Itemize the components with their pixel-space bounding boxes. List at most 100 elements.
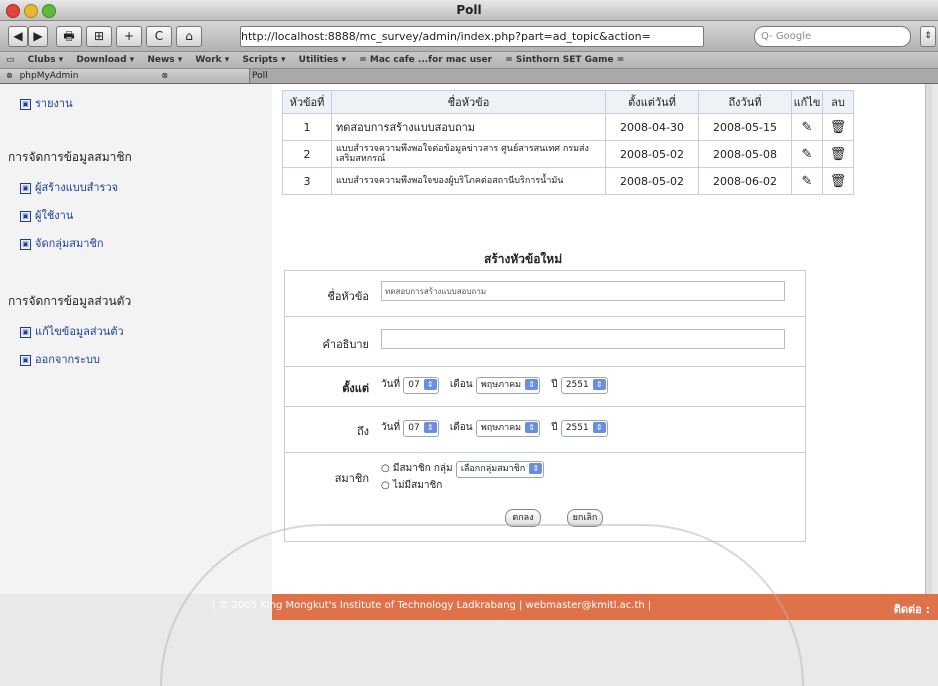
bookmark-mac-cafe[interactable]: = Mac cafe ...for mac user xyxy=(359,52,492,68)
col-header-start: ตั้งแต่วันที่ xyxy=(605,90,699,114)
year-label: ปี xyxy=(551,379,558,390)
bullet-icon: ▣ xyxy=(20,210,31,222)
sidebar-item-label: จัดกลุ่มสมาชิก xyxy=(35,237,104,250)
footer-contact[interactable]: ติดต่อ : xyxy=(894,600,930,618)
row-start-date: 2008-04-30 xyxy=(605,113,699,141)
row-title: แบบสำรวจความพึงพอใจต่อข้อมูลข่าวสาร ศูนย… xyxy=(331,140,606,168)
chevron-down-icon: ⇕ xyxy=(592,422,606,433)
chevron-down-icon: ⇕ xyxy=(525,422,539,433)
radio-icon[interactable]: ○ xyxy=(381,480,390,491)
row-start-date: 2008-05-02 xyxy=(605,140,699,168)
print-button[interactable]: 🖶 xyxy=(56,26,82,47)
from-date-controls: วันที่ 07 ⇕ เดือน พฤษภาคม ⇕ ปี 2551 ⇕ xyxy=(381,377,616,394)
edit-icon[interactable]: ✎ xyxy=(802,147,813,162)
from-day-select[interactable]: 07 ⇕ xyxy=(403,377,439,394)
edit-icon[interactable]: ✎ xyxy=(802,174,813,189)
row-start-date: 2008-05-02 xyxy=(605,167,699,195)
tab-bar: ⊗ phpMyAdmin ⊗ Poll xyxy=(0,69,938,84)
tab-close-icon[interactable]: ⊗ xyxy=(161,71,168,80)
select-value: 2551 xyxy=(565,380,589,390)
sidebar-item-survey-creators[interactable]: ▣ ผู้สร้างแบบสำรวจ xyxy=(20,178,118,196)
sidebar-item-label: ผู้สร้างแบบสำรวจ xyxy=(35,181,119,194)
description-input[interactable] xyxy=(381,329,785,349)
row-num: 2 xyxy=(282,140,332,168)
forward-button[interactable]: ▶ xyxy=(28,26,48,47)
sidebar-section-members: การจัดการข้อมูลสมาชิก xyxy=(8,150,132,164)
from-month-select[interactable]: พฤษภาคม ⇕ xyxy=(475,377,541,394)
sidebar-item-logout[interactable]: ▣ ออกจากระบบ xyxy=(20,350,100,368)
sidebar-toggle-icon[interactable]: ⇕ xyxy=(920,26,936,47)
bookmark-clubs[interactable]: Clubs ▾ xyxy=(28,52,64,68)
main-area: หัวข้อที่ ชื่อหัวข้อ ตั้งแต่วันที่ ถึงวั… xyxy=(272,84,932,594)
bullet-icon: ▣ xyxy=(20,354,31,366)
tab-phpmyadmin[interactable]: ⊗ phpMyAdmin ⊗ xyxy=(0,69,250,83)
tab-label: Poll xyxy=(252,71,268,81)
row-end-date: 2008-05-08 xyxy=(698,140,792,168)
bookmark-news[interactable]: News ▾ xyxy=(147,52,182,68)
topic-label: ชื่อหัวข้อ xyxy=(327,290,369,303)
delete-icon[interactable]: 🗑 xyxy=(830,120,847,135)
add-bookmark-button[interactable]: + xyxy=(116,26,142,47)
reload-button[interactable]: C xyxy=(146,26,172,47)
no-member-label: ไม่มีสมาชิก xyxy=(392,480,443,491)
month-label: เดือน xyxy=(449,379,473,390)
member-group-select[interactable]: เลือกกลุ่มสมาชิก ⇕ xyxy=(455,461,545,478)
no-member-option[interactable]: ○ ไม่มีสมาชิก xyxy=(381,478,442,493)
select-value: 07 xyxy=(408,423,420,433)
sidebar-item-users[interactable]: ▣ ผู้ใช้งาน xyxy=(20,206,73,224)
row-title: ทดสอบการสร้างแบบสอบถาม xyxy=(331,113,606,141)
footer: | © 2005 King Mongkut's Institute of Tec… xyxy=(212,594,938,620)
delete-icon[interactable]: 🗑 xyxy=(830,147,847,162)
select-value: พฤษภาคม xyxy=(480,423,522,433)
sidebar-section-personal: การจัดการข้อมูลส่วนตัว xyxy=(8,294,132,308)
bullet-icon: ▣ xyxy=(20,182,31,194)
chevron-down-icon: ⇕ xyxy=(423,422,437,433)
bullet-icon: ▣ xyxy=(20,326,31,338)
to-day-select[interactable]: 07 ⇕ xyxy=(403,420,439,437)
cancel-button[interactable]: ยกเลิก xyxy=(567,509,603,527)
bullet-icon: ▣ xyxy=(20,98,31,110)
bookmark-work[interactable]: Work ▾ xyxy=(195,52,229,68)
address-bar[interactable]: http://localhost:8888/mc_survey/admin/in… xyxy=(240,26,704,47)
back-button[interactable]: ◀ xyxy=(8,26,28,47)
sidebar-item-report[interactable]: ▣ รายงาน xyxy=(20,94,73,112)
home-button[interactable]: ⌂ xyxy=(176,26,202,47)
scrollbar[interactable] xyxy=(925,84,932,594)
bookmarks-icon[interactable]: ▭ xyxy=(6,52,15,68)
bookmark-scripts[interactable]: Scripts ▾ xyxy=(242,52,285,68)
member-label: สมาชิก xyxy=(334,472,369,485)
tab-close-icon[interactable]: ⊗ xyxy=(6,71,13,80)
view-button[interactable]: ⊞ xyxy=(86,26,112,47)
member-row: สมาชิก ○ มีสมาชิก กลุ่ม เลือกกลุ่มสมาชิก… xyxy=(284,452,806,542)
from-date-row: ตั้งแต่ วันที่ 07 ⇕ เดือน พฤษภาคม ⇕ ปี 255… xyxy=(284,366,806,408)
sidebar-item-member-groups[interactable]: ▣ จัดกลุ่มสมาชิก xyxy=(20,234,104,252)
from-year-select[interactable]: 2551 ⇕ xyxy=(560,377,608,394)
description-label: คำอธิบาย xyxy=(322,338,369,351)
sidebar-item-label: รายงาน xyxy=(35,97,73,110)
day-label: วันที่ xyxy=(381,379,401,390)
to-month-select[interactable]: พฤษภาคม ⇕ xyxy=(475,420,541,437)
sidebar-item-edit-profile[interactable]: ▣ แก้ไขข้อมูลส่วนตัว xyxy=(20,322,124,340)
topic-input[interactable]: ทดสอบการสร้างแบบสอบถาม xyxy=(381,281,785,301)
bookmark-download[interactable]: Download ▾ xyxy=(76,52,134,68)
day-label: วันที่ xyxy=(381,422,401,433)
edit-icon[interactable]: ✎ xyxy=(802,120,813,135)
to-year-select[interactable]: 2551 ⇕ xyxy=(560,420,608,437)
bullet-icon: ▣ xyxy=(20,238,31,250)
bookmark-utilities[interactable]: Utilities ▾ xyxy=(299,52,346,68)
month-label: เดือน xyxy=(449,422,473,433)
row-end-date: 2008-05-15 xyxy=(698,113,792,141)
select-value: 07 xyxy=(408,380,420,390)
search-input[interactable]: Q- Google xyxy=(754,26,911,47)
radio-icon[interactable]: ○ xyxy=(381,463,390,474)
tab-poll[interactable]: Poll xyxy=(250,69,938,83)
submit-button[interactable]: ตกลง xyxy=(505,509,541,527)
row-num: 3 xyxy=(282,167,332,195)
col-header-title: ชื่อหัวข้อ xyxy=(331,90,606,114)
bookmark-sinthorn[interactable]: = Sinthorn SET Game = xyxy=(505,52,624,68)
delete-icon[interactable]: 🗑 xyxy=(830,174,847,189)
member-option-group[interactable]: ○ มีสมาชิก กลุ่ม เลือกกลุ่มสมาชิก ⇕ xyxy=(381,461,552,478)
chevron-down-icon: ⇕ xyxy=(525,379,539,390)
row-end-date: 2008-06-02 xyxy=(698,167,792,195)
select-value: พฤษภาคม xyxy=(480,380,522,390)
